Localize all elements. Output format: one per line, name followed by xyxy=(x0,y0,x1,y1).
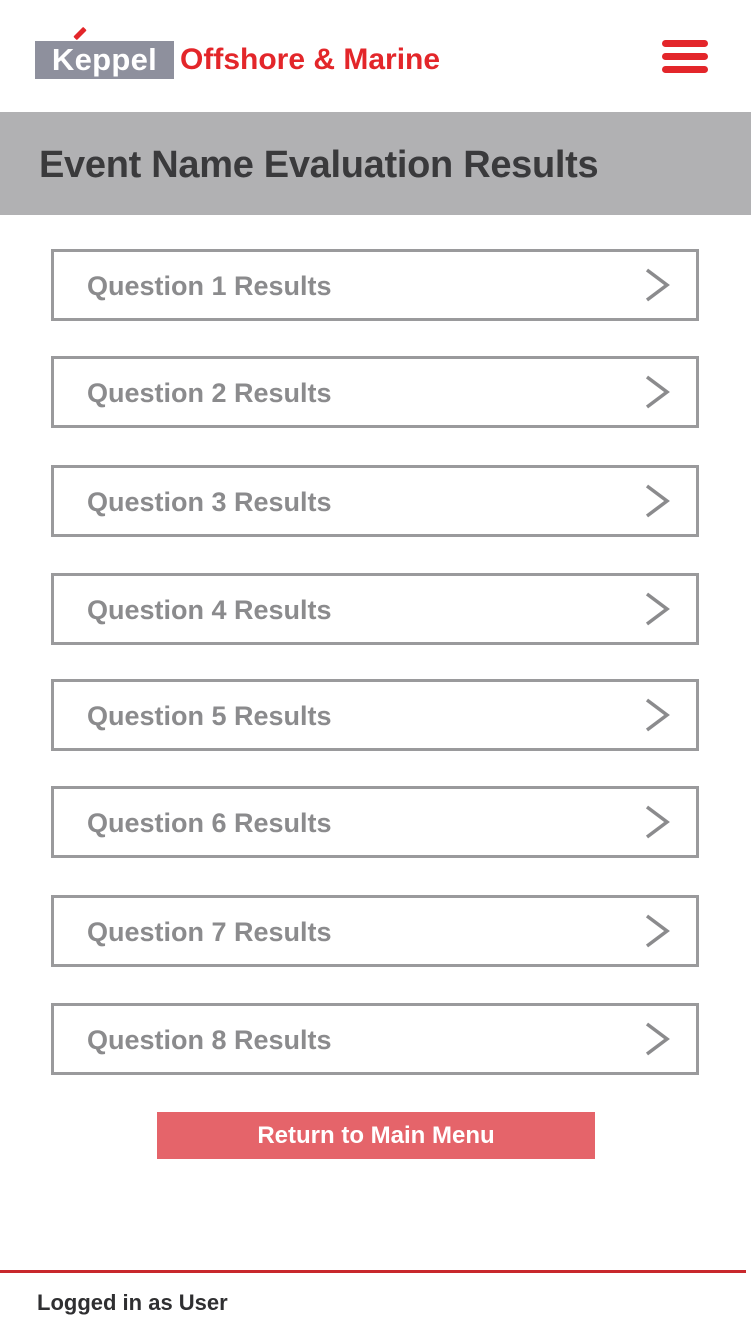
menu-bar-top xyxy=(662,40,708,47)
question-8-results-item[interactable]: Question 8 Results xyxy=(51,1003,699,1075)
question-5-results-item[interactable]: Question 5 Results xyxy=(51,679,699,751)
result-label: Question 2 Results xyxy=(87,378,332,408)
result-label: Question 1 Results xyxy=(87,271,332,301)
result-label: Question 8 Results xyxy=(87,1025,332,1055)
logo-text: Offshore & Marine xyxy=(180,43,441,76)
chevron-right-icon xyxy=(645,1022,670,1056)
chevron-right-icon xyxy=(645,484,670,518)
question-7-results-item[interactable]: Question 7 Results xyxy=(51,895,699,967)
result-label: Question 7 Results xyxy=(87,917,332,947)
result-label: Question 5 Results xyxy=(87,701,332,731)
return-to-main-menu-button[interactable]: Return to Main Menu xyxy=(157,1112,595,1159)
menu-bar-bottom xyxy=(662,66,708,73)
chevron-right-icon xyxy=(645,914,670,948)
page-title: Event Name Evaluation Results xyxy=(39,144,599,186)
company-logo: Keppel Offshore & Marine xyxy=(35,26,441,79)
question-3-results-item[interactable]: Question 3 Results xyxy=(51,465,699,537)
result-label: Question 4 Results xyxy=(87,595,332,625)
question-4-results-item[interactable]: Question 4 Results xyxy=(51,573,699,645)
chevron-right-icon xyxy=(645,805,670,839)
chevron-right-icon xyxy=(645,698,670,732)
app-header: Keppel Offshore & Marine xyxy=(0,0,751,112)
result-label: Question 3 Results xyxy=(87,487,332,517)
footer-divider xyxy=(0,1270,746,1273)
chevron-right-icon xyxy=(645,592,670,626)
chevron-right-icon xyxy=(645,375,670,409)
logo-accent-mark xyxy=(73,26,87,41)
logged-in-status: Logged in as User xyxy=(37,1290,228,1315)
question-6-results-item[interactable]: Question 6 Results xyxy=(51,786,699,858)
page-title-band: Event Name Evaluation Results xyxy=(0,112,751,215)
question-1-results-item[interactable]: Question 1 Results xyxy=(51,249,699,321)
menu-bar-middle xyxy=(662,53,708,60)
logo-brand-box: Keppel xyxy=(35,26,174,79)
logo-brand: Keppel xyxy=(51,42,158,77)
hamburger-menu-icon[interactable] xyxy=(660,38,710,74)
question-2-results-item[interactable]: Question 2 Results xyxy=(51,356,699,428)
chevron-right-icon xyxy=(645,268,670,302)
result-label: Question 6 Results xyxy=(87,808,332,838)
